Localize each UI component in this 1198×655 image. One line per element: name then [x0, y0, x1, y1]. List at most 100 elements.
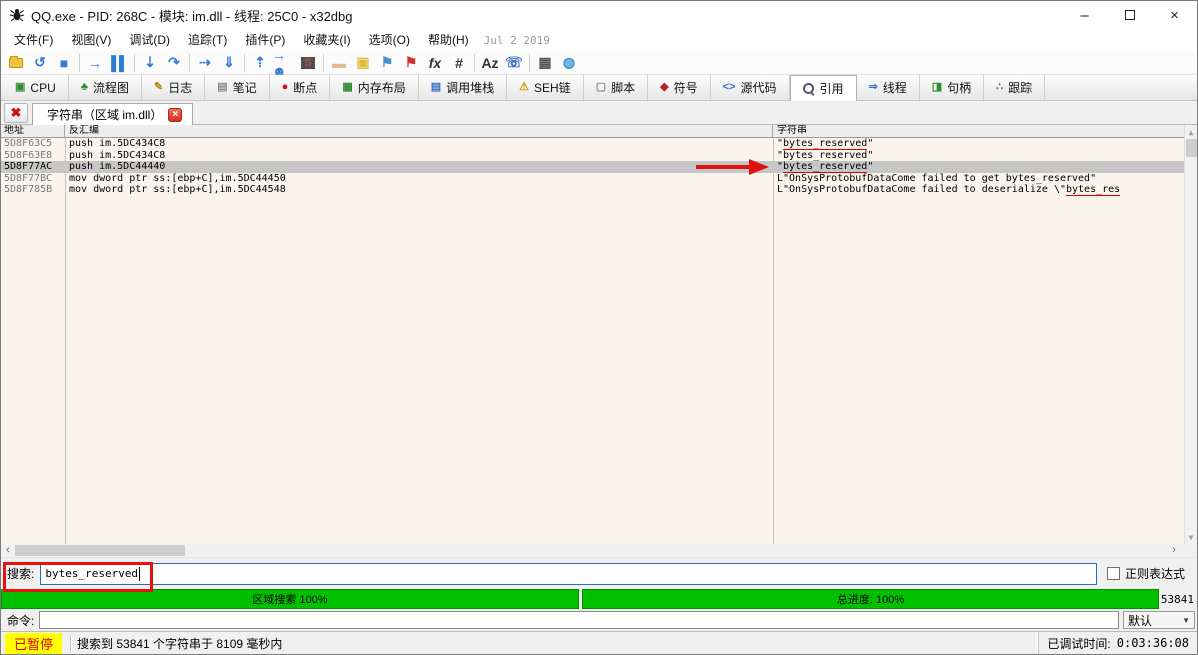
column-header-disassembly[interactable]: 反汇编: [65, 125, 773, 137]
restart-icon: ↺: [34, 54, 46, 71]
search-input[interactable]: bytes_reserved: [40, 563, 1097, 585]
tab-log[interactable]: ✎日志: [142, 75, 205, 100]
tab-seh-chain[interactable]: ⚠SEH链: [507, 75, 584, 100]
table-row[interactable]: 5D8F63E8push im.5DC434C8"bytes_reserved": [1, 150, 1197, 162]
tab-strings-region[interactable]: 字符串（区域 im.dll） ×: [32, 103, 193, 125]
address-cell[interactable]: 5D8F63C5: [1, 138, 65, 150]
address-cell[interactable]: 5D8F63E8: [1, 150, 65, 162]
function-button[interactable]: fx: [423, 52, 447, 74]
step-over-button[interactable]: ↷: [162, 52, 186, 74]
table-row[interactable]: 5D8F77ACpush im.5DC44440"bytes_reserved": [1, 161, 1197, 173]
patch-button[interactable]: ▬: [327, 52, 351, 74]
column-header-address[interactable]: 地址: [1, 125, 65, 137]
symbols-icon: ◆: [660, 82, 668, 93]
scroll-down-icon[interactable]: ▼: [1185, 530, 1197, 544]
address-cell[interactable]: 5D8F785B: [1, 184, 65, 196]
string-cell[interactable]: L"OnSysProtobufDataCome failed to get by…: [773, 173, 1197, 185]
device-button[interactable]: ☏: [502, 52, 526, 74]
tab-trace[interactable]: ∴跟踪: [984, 75, 1045, 100]
hash-button[interactable]: #: [447, 52, 471, 74]
scyllahide-icon: S: [301, 57, 314, 69]
toolbar-separator: [134, 54, 135, 72]
menu-item[interactable]: 调试(D): [120, 31, 179, 49]
tab-call-stack[interactable]: ▤调用堆栈: [419, 75, 507, 100]
tab-graph[interactable]: ♣流程图: [69, 75, 142, 100]
scyllahide-button[interactable]: S: [296, 52, 320, 74]
disassembly-cell[interactable]: push im.5DC44440: [65, 161, 773, 173]
close-all-tabs-button[interactable]: ✖: [4, 103, 28, 123]
globe-button[interactable]: ◍: [557, 52, 581, 74]
comment-button[interactable]: ▣: [351, 52, 375, 74]
run-to-button[interactable]: ⇢: [193, 52, 217, 74]
table-row[interactable]: 5D8F63C5push im.5DC434C8"bytes_reserved": [1, 138, 1197, 150]
column-separator: [773, 138, 774, 544]
tab-references[interactable]: 引用: [790, 75, 857, 101]
disassembly-cell[interactable]: mov dword ptr ss:[ebp+C],im.5DC44548: [65, 184, 773, 196]
menu-item[interactable]: 帮助(H): [419, 31, 478, 49]
menu-item[interactable]: 文件(F): [5, 31, 62, 49]
disassembly-cell[interactable]: push im.5DC434C8: [65, 150, 773, 162]
execute-till-return-button[interactable]: ⇓: [217, 52, 241, 74]
tab-symbols[interactable]: ◆符号: [648, 75, 710, 100]
tab-label: 断点: [293, 79, 317, 96]
tab-handles[interactable]: ◨句柄: [920, 75, 984, 100]
disassembly-cell[interactable]: push im.5DC434C8: [65, 138, 773, 150]
scroll-left-icon[interactable]: ‹: [1, 544, 15, 557]
string-cell[interactable]: "bytes_reserved": [773, 150, 1197, 162]
debug-time-panel: 已调试时间: 0:03:36:08: [1038, 632, 1197, 654]
text-case-button[interactable]: Az: [478, 52, 502, 74]
pause-button[interactable]: ▌▌: [107, 52, 131, 74]
menu-item[interactable]: 收藏夹(I): [294, 31, 359, 49]
tab-script[interactable]: ▢脚本: [584, 75, 648, 100]
string-cell[interactable]: L"OnSysProtobufDataCome failed to deseri…: [773, 184, 1197, 196]
tab-threads[interactable]: ⇒线程: [857, 75, 920, 100]
memory-map-icon: ▦: [342, 82, 352, 93]
subtab-close-icon[interactable]: ×: [168, 108, 182, 122]
table-header[interactable]: 地址 反汇编 字符串: [1, 125, 1197, 138]
vertical-scrollbar[interactable]: ▲ ▼: [1184, 125, 1197, 544]
string-cell[interactable]: "bytes_reserved": [773, 161, 1197, 173]
string-cell[interactable]: "bytes_reserved": [773, 138, 1197, 150]
menu-item[interactable]: 视图(V): [62, 31, 120, 49]
close-button[interactable]: ×: [1152, 1, 1197, 29]
function-icon: fx: [429, 55, 441, 71]
regex-checkbox[interactable]: [1107, 567, 1120, 580]
horizontal-scrollbar[interactable]: ‹ ›: [1, 544, 1197, 557]
menu-item[interactable]: 选项(O): [360, 31, 419, 49]
menu-item[interactable]: 追踪(T): [179, 31, 236, 49]
label-button[interactable]: ⚑: [375, 52, 399, 74]
tab-breakpoint[interactable]: ●断点: [270, 75, 331, 100]
scroll-right-icon[interactable]: ›: [1167, 544, 1181, 557]
command-profile-dropdown[interactable]: 默认 ▼: [1123, 611, 1195, 629]
step-out-button[interactable]: ⇡: [248, 52, 272, 74]
restart-button[interactable]: ↺: [28, 52, 52, 74]
debug-time-label: 已调试时间:: [1047, 635, 1110, 652]
horizontal-scrollbar-thumb[interactable]: [15, 545, 185, 556]
tab-notes[interactable]: ▤笔记: [205, 75, 269, 100]
open-file-button[interactable]: [4, 52, 28, 74]
vertical-scrollbar-thumb[interactable]: [1186, 139, 1197, 157]
run-to-user-code-button[interactable]: →☻: [272, 52, 296, 74]
minimize-button[interactable]: –: [1062, 1, 1107, 29]
address-cell[interactable]: 5D8F77AC: [1, 161, 65, 173]
table-row[interactable]: 5D8F77BCmov dword ptr ss:[ebp+C],im.5DC4…: [1, 173, 1197, 185]
disassembly-cell[interactable]: mov dword ptr ss:[ebp+C],im.5DC44450: [65, 173, 773, 185]
tab-memory-map[interactable]: ▦内存布局: [330, 75, 418, 100]
bookmark-button[interactable]: ⚑: [399, 52, 423, 74]
strings-table-rows: 5D8F63C5push im.5DC434C8"bytes_reserved"…: [1, 138, 1197, 196]
run-button[interactable]: →: [83, 52, 107, 74]
title-bar[interactable]: QQ.exe - PID: 268C - 模块: im.dll - 线程: 25…: [1, 1, 1197, 29]
stop-button[interactable]: ■: [52, 52, 76, 74]
step-into-button[interactable]: ⇣: [138, 52, 162, 74]
maximize-button[interactable]: [1107, 1, 1152, 29]
address-cell[interactable]: 5D8F77BC: [1, 173, 65, 185]
column-separator: [65, 138, 66, 544]
command-input[interactable]: [39, 611, 1119, 629]
regex-option[interactable]: 正则表达式: [1107, 565, 1193, 582]
tab-source[interactable]: <>源代码: [711, 75, 790, 100]
tab-cpu[interactable]: ▣CPU: [3, 75, 69, 100]
table-row[interactable]: 5D8F785Bmov dword ptr ss:[ebp+C],im.5DC4…: [1, 184, 1197, 196]
calculator-button[interactable]: ▦: [533, 52, 557, 74]
scroll-up-icon[interactable]: ▲: [1185, 125, 1197, 139]
column-header-string[interactable]: 字符串: [773, 125, 1197, 137]
